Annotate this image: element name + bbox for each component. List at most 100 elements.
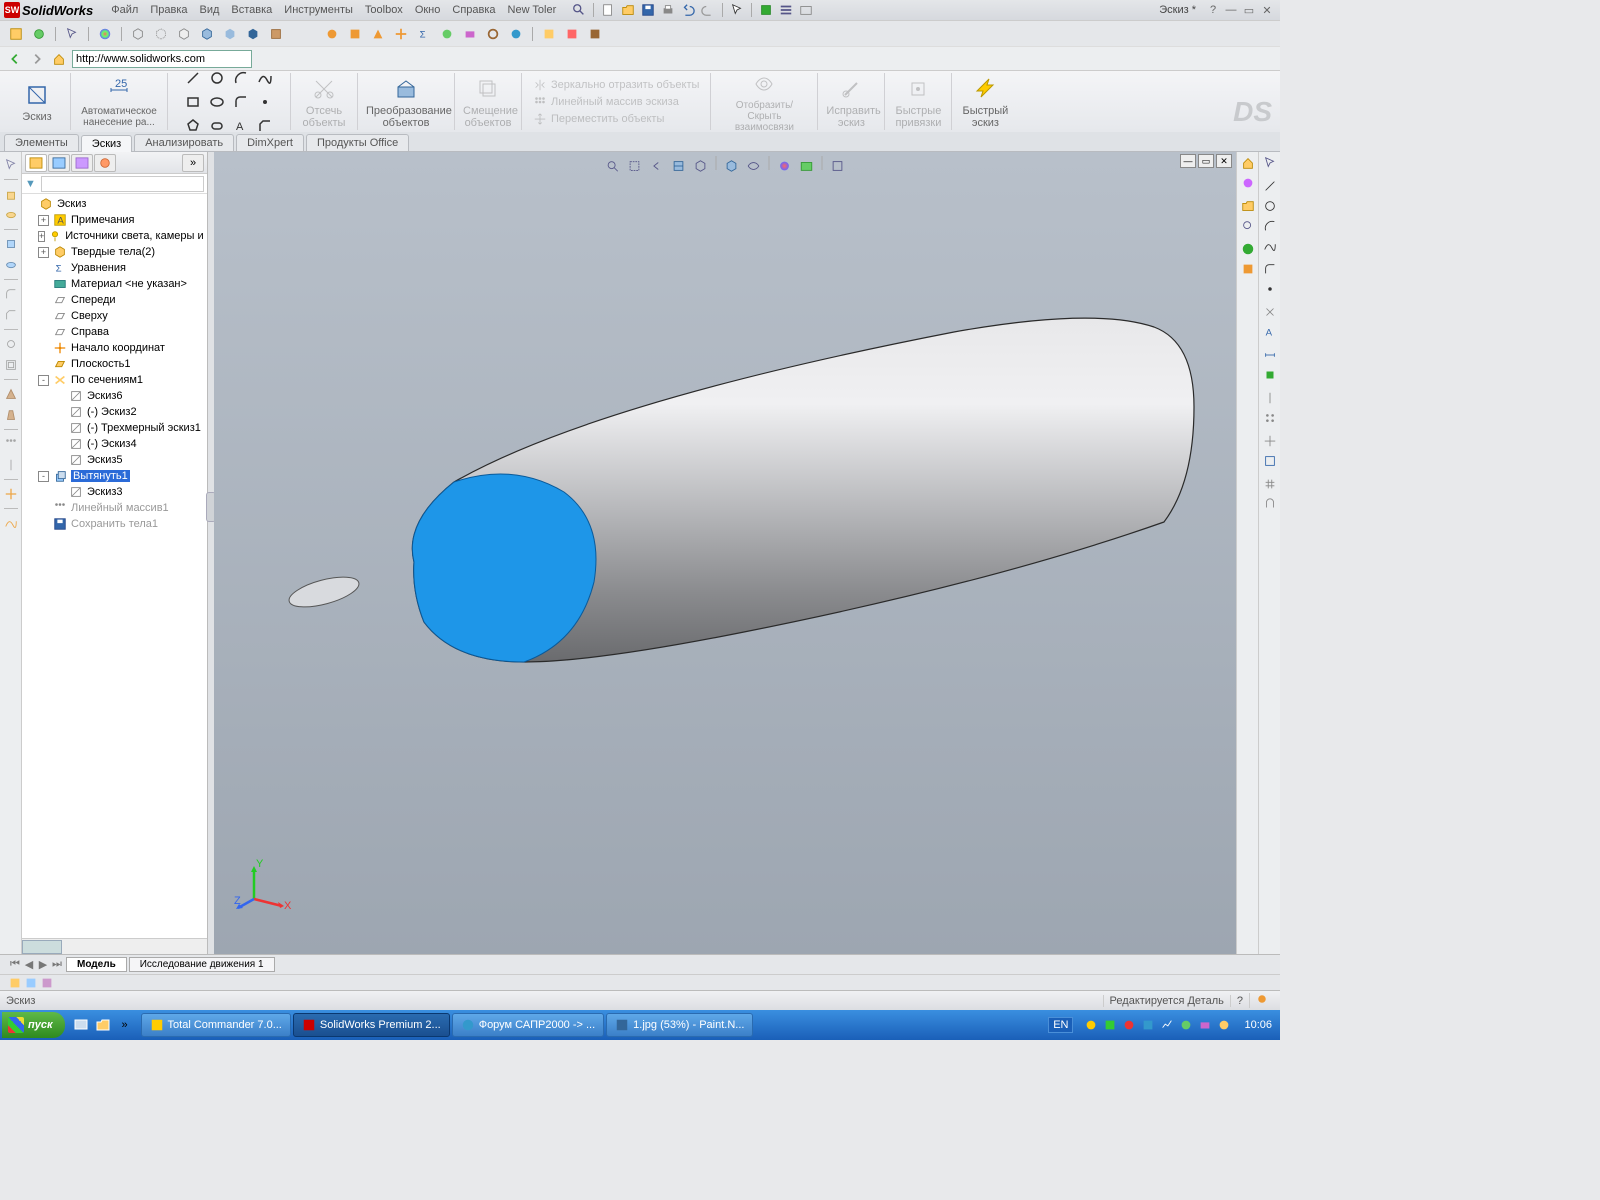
screencap-icon[interactable] xyxy=(797,1,815,19)
ellipse-tool-icon[interactable] xyxy=(206,91,228,113)
tree-node[interactable]: Эскиз5 xyxy=(22,452,207,468)
model-body[interactable] xyxy=(394,272,1214,692)
menu-toolbox[interactable]: Toolbox xyxy=(359,4,409,16)
menu-help[interactable]: Справка xyxy=(446,4,501,16)
doc-minimize-button[interactable]: — xyxy=(1180,154,1196,168)
tree-node[interactable]: Материал <не указан> xyxy=(22,276,207,292)
tree-node[interactable]: -Вытянуть1 xyxy=(22,468,207,484)
rs2-text-icon[interactable]: A xyxy=(1263,325,1277,342)
section-view-icon[interactable] xyxy=(669,156,689,176)
menu-tools[interactable]: Инструменты xyxy=(278,4,359,16)
tree-node[interactable]: Плоскость1 xyxy=(22,356,207,372)
ribbon-move-button[interactable]: Переместить объекты xyxy=(530,111,702,127)
ls-curve-icon[interactable] xyxy=(2,514,20,532)
ribbon-trim-button[interactable]: Отсечь объекты xyxy=(299,75,349,129)
model-tab-model[interactable]: Модель xyxy=(66,957,127,972)
menu-view[interactable]: Вид xyxy=(194,4,226,16)
tray-icon-3[interactable] xyxy=(1121,1017,1137,1033)
tree-expand-button[interactable]: » xyxy=(182,154,204,172)
ls-draft-icon[interactable] xyxy=(2,406,20,424)
qb-hlr-icon[interactable] xyxy=(174,24,194,44)
ls-hole-icon[interactable] xyxy=(2,335,20,353)
open-icon[interactable] xyxy=(619,1,637,19)
start-button[interactable]: пуск xyxy=(2,1012,65,1038)
tree-node[interactable]: Линейный массив1 xyxy=(22,500,207,516)
mt-first-icon[interactable]: ⏮ xyxy=(8,958,22,971)
close-button[interactable]: ✕ xyxy=(1258,4,1276,17)
qb-tool-b[interactable] xyxy=(345,24,365,44)
fillet-tool-icon[interactable] xyxy=(230,91,252,113)
ql-expand-icon[interactable]: » xyxy=(115,1014,135,1036)
tree-body[interactable]: Эскиз +AПримечания+Источники света, каме… xyxy=(22,194,207,938)
appearance-icon[interactable] xyxy=(775,156,795,176)
tab-elements[interactable]: Элементы xyxy=(4,134,79,151)
menu-insert[interactable]: Вставка xyxy=(225,4,278,16)
ls-cutrev-icon[interactable] xyxy=(2,256,20,274)
tab-sketch[interactable]: Эскиз xyxy=(81,135,132,152)
qb-tool-g[interactable] xyxy=(460,24,480,44)
qb-shadow-icon[interactable] xyxy=(243,24,263,44)
qb-shaded-edges-icon[interactable] xyxy=(197,24,217,44)
tree-filter-input[interactable] xyxy=(41,176,204,192)
rs2-dim-icon[interactable] xyxy=(1263,348,1277,365)
view-orient-icon[interactable] xyxy=(691,156,711,176)
rs-search-icon[interactable] xyxy=(1241,219,1255,236)
ribbon-mirror-button[interactable]: Зеркально отразить объекты xyxy=(530,77,702,93)
qb-hidden-icon[interactable] xyxy=(151,24,171,44)
tree-node[interactable]: Эскиз6 xyxy=(22,388,207,404)
triad-icon[interactable]: Y X Z xyxy=(234,854,294,914)
qb-tool-e[interactable]: Σ xyxy=(414,24,434,44)
tree-node[interactable]: ΣУравнения xyxy=(22,260,207,276)
viewport[interactable]: — ▭ ✕ xyxy=(214,152,1236,954)
rebuild-icon[interactable] xyxy=(757,1,775,19)
view-settings-icon[interactable] xyxy=(828,156,848,176)
qb-section-icon[interactable] xyxy=(266,24,286,44)
new-icon[interactable] xyxy=(599,1,617,19)
rs-appearance-icon[interactable] xyxy=(1241,176,1255,193)
rs-texture-icon[interactable] xyxy=(1241,262,1255,279)
tree-node[interactable]: Справа xyxy=(22,324,207,340)
tray-icon-2[interactable] xyxy=(1102,1017,1118,1033)
tree-tab-pm[interactable] xyxy=(48,154,70,172)
point-tool-icon[interactable] xyxy=(254,91,276,113)
tree-node[interactable]: Сверху xyxy=(22,308,207,324)
tray-icon-4[interactable] xyxy=(1140,1017,1156,1033)
qb-icon-2[interactable] xyxy=(29,24,49,44)
ql-explorer-icon[interactable] xyxy=(93,1014,113,1036)
minimize-button[interactable]: — xyxy=(1222,4,1240,16)
qb-tool-a[interactable] xyxy=(322,24,342,44)
ribbon-convert-button[interactable]: Преобразование объектов xyxy=(366,75,446,129)
help-button[interactable]: ? xyxy=(1204,4,1222,16)
chamfer-tool-icon[interactable] xyxy=(254,115,276,137)
text-tool-icon[interactable]: A xyxy=(230,115,252,137)
qb-tool-j[interactable] xyxy=(539,24,559,44)
qb-tool-c[interactable] xyxy=(368,24,388,44)
tree-node[interactable]: (-) Эскиз2 xyxy=(22,404,207,420)
ls-fillet-icon[interactable] xyxy=(2,285,20,303)
select-icon[interactable] xyxy=(728,1,746,19)
display-style-icon[interactable] xyxy=(722,156,742,176)
model-tab-motion[interactable]: Исследование движения 1 xyxy=(129,957,275,972)
rs2-arc-icon[interactable] xyxy=(1263,219,1277,236)
hide-show-icon[interactable] xyxy=(744,156,764,176)
tree-root[interactable]: Эскиз xyxy=(22,196,207,212)
rs2-relation-icon[interactable] xyxy=(1263,368,1277,385)
rs2-point-icon[interactable] xyxy=(1263,282,1277,299)
rs-sphere-icon[interactable] xyxy=(1241,242,1255,259)
nav-back-icon[interactable] xyxy=(6,50,24,68)
ribbon-pattern-button[interactable]: Линейный массив эскиза xyxy=(530,94,702,110)
ribbon-autodim-button[interactable]: 25 Автоматическое нанесение ра... xyxy=(79,76,159,128)
qb-tool-d[interactable] xyxy=(391,24,411,44)
rs-folder-icon[interactable] xyxy=(1241,199,1255,216)
clock[interactable]: 10:06 xyxy=(1238,1019,1278,1031)
rs2-spline-icon[interactable] xyxy=(1263,239,1277,256)
ribbon-repair-button[interactable]: Исправить эскиз xyxy=(826,75,876,129)
rs2-trim-icon[interactable] xyxy=(1263,305,1277,322)
tree-tab-dm[interactable] xyxy=(94,154,116,172)
rs2-select-icon[interactable] xyxy=(1263,156,1277,173)
tray-icon-1[interactable] xyxy=(1083,1017,1099,1033)
ribbon-sketch-button[interactable]: Эскиз xyxy=(12,81,62,123)
tree-node[interactable]: Эскиз3 xyxy=(22,484,207,500)
options-icon[interactable] xyxy=(777,1,795,19)
tray-icon-5[interactable] xyxy=(1159,1017,1175,1033)
